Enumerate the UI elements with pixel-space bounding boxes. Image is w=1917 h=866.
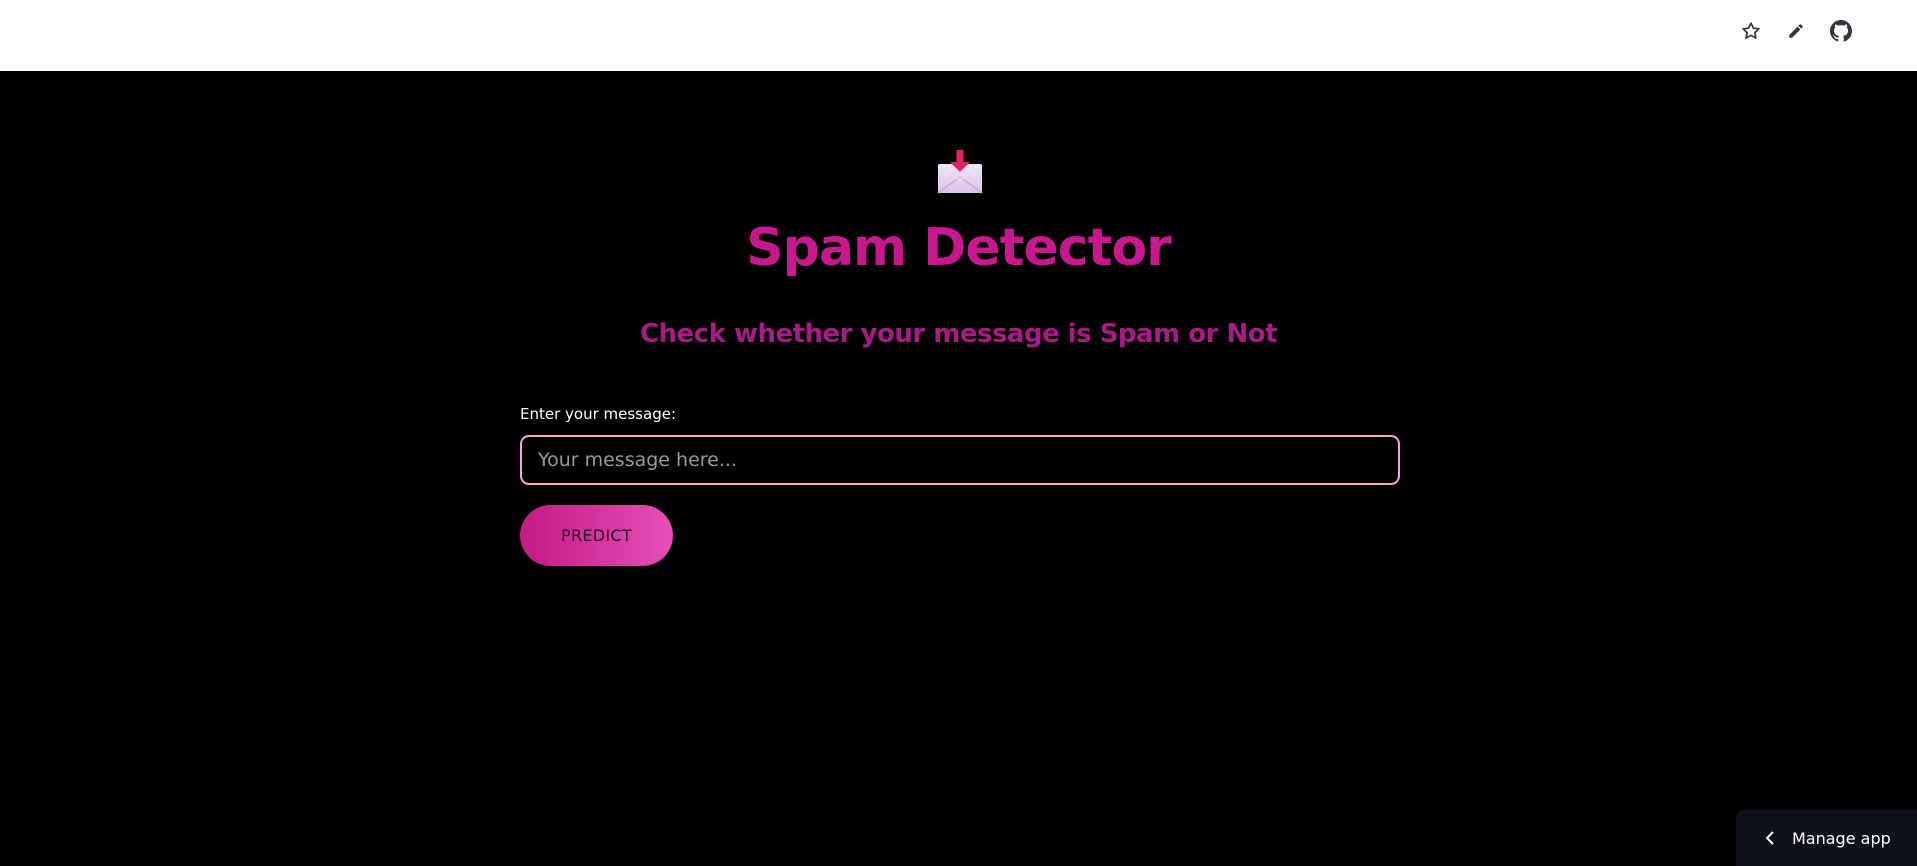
edit-pencil-icon[interactable]	[1784, 19, 1808, 43]
page-title: Spam Detector	[746, 218, 1172, 278]
star-icon[interactable]	[1739, 19, 1763, 43]
manage-app-button[interactable]: Manage app	[1736, 810, 1917, 866]
toolbar-actions	[1739, 19, 1853, 43]
message-field-label: Enter your message:	[520, 405, 676, 423]
manage-app-label: Manage app	[1792, 828, 1891, 848]
page-subtitle: Check whether your message is Spam or No…	[639, 319, 1278, 349]
message-input[interactable]	[520, 435, 1400, 485]
top-toolbar	[0, 0, 1917, 71]
github-icon[interactable]	[1829, 19, 1853, 43]
inbox-tray-icon	[937, 150, 983, 194]
predict-button[interactable]: PREDICT	[520, 505, 673, 566]
chevron-left-icon	[1762, 830, 1778, 846]
